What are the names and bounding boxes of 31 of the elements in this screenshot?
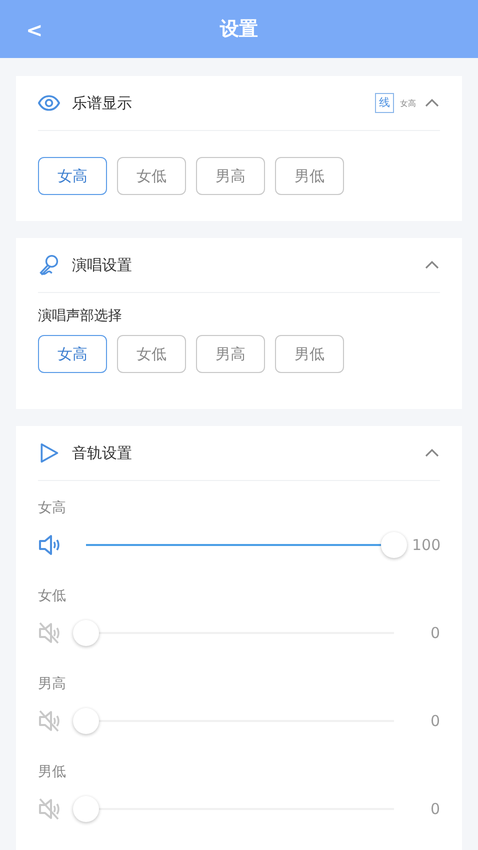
- section-title: 乐谱显示: [72, 94, 132, 112]
- voice-option[interactable]: 男高: [196, 157, 265, 195]
- voice-option[interactable]: 男低: [275, 157, 344, 195]
- section-title: 音轨设置: [72, 444, 132, 462]
- muted-speaker-icon[interactable]: [38, 797, 62, 821]
- track-name: 女高: [38, 499, 67, 518]
- volume-value: 0: [429, 712, 440, 730]
- microphone-icon: [38, 254, 60, 276]
- page-title: 设置: [220, 17, 258, 42]
- volume-value: 0: [429, 624, 440, 642]
- volume-value: 100: [412, 536, 440, 554]
- track-name: 男低: [38, 763, 67, 782]
- voice-option[interactable]: 男低: [275, 335, 344, 373]
- voice-option[interactable]: 女高: [38, 335, 107, 373]
- play-icon: [38, 442, 60, 464]
- eye-icon: [38, 92, 60, 114]
- voice-option[interactable]: 女低: [117, 157, 186, 195]
- section-title: 演唱设置: [72, 256, 132, 274]
- speaker-icon[interactable]: [38, 533, 62, 557]
- track-name: 男高: [38, 675, 67, 694]
- track-name: 女低: [38, 587, 67, 606]
- voice-label: 女高: [400, 98, 416, 108]
- muted-speaker-icon[interactable]: [38, 709, 62, 733]
- staff-mode-button[interactable]: 线: [375, 93, 394, 113]
- field-label: 演唱声部选择: [38, 307, 123, 325]
- voice-option[interactable]: 女高: [38, 157, 107, 195]
- volume-value: 0: [429, 800, 440, 818]
- voice-option[interactable]: 女低: [117, 335, 186, 373]
- voice-option[interactable]: 男高: [196, 335, 265, 373]
- muted-speaker-icon[interactable]: [38, 621, 62, 645]
- back-button[interactable]: <: [20, 14, 49, 46]
